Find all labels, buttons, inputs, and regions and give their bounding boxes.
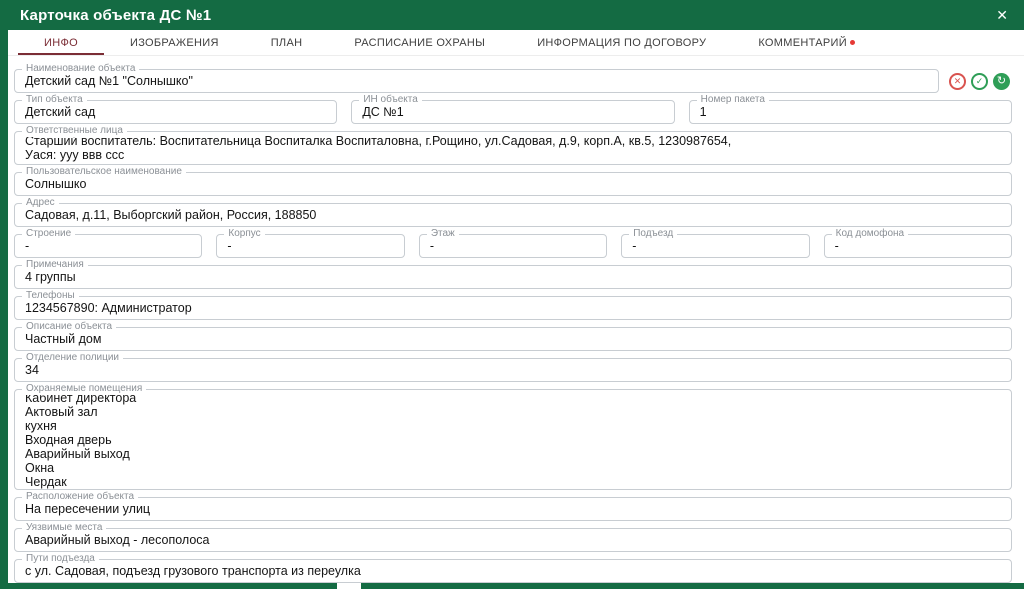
- tab-guard-schedule[interactable]: РАСПИСАНИЕ ОХРАНЫ: [328, 30, 511, 55]
- field-responsible-persons[interactable]: Ответственные лица Старший воспитатель: …: [14, 131, 1012, 165]
- tab-bar: ИНФО ИЗОБРАЖЕНИЯ ПЛАН РАСПИСАНИЕ ОХРАНЫ …: [8, 30, 1024, 56]
- field-police-department-label: Отделение полиции: [22, 352, 123, 364]
- field-notes-label: Примечания: [22, 259, 88, 271]
- field-package-number-value: 1: [700, 105, 1001, 119]
- alarm-status-icon[interactable]: ✕: [949, 73, 966, 90]
- field-protected-premises-label: Охраняемые помещения: [22, 383, 146, 395]
- field-block-value: -: [227, 239, 393, 253]
- field-police-department-value: 34: [25, 363, 1001, 377]
- tab-contract-info[interactable]: ИНФОРМАЦИЯ ПО ДОГОВОРУ: [511, 30, 732, 55]
- tab-comment-label: КОММЕНТАРИЙ: [758, 37, 847, 49]
- field-protected-premises[interactable]: Охраняемые помещения Кабинет директора А…: [14, 389, 1012, 490]
- unread-badge: [850, 40, 855, 45]
- field-entrance-label: Подъезд: [629, 228, 677, 240]
- field-intercom-code-value: -: [835, 239, 1001, 253]
- field-intercom-code[interactable]: Код домофона -: [824, 234, 1012, 258]
- field-vulnerable-places[interactable]: Уязвимые места Аварийный выход - лесопол…: [14, 528, 1012, 552]
- type-id-package-row: Тип объекта Детский сад ИН объекта ДС №1…: [14, 100, 1012, 124]
- field-object-description[interactable]: Описание объекта Частный дом: [14, 327, 1012, 351]
- field-building-label: Строение: [22, 228, 75, 240]
- field-police-department[interactable]: Отделение полиции 34: [14, 358, 1012, 382]
- field-package-number-label: Номер пакета: [697, 94, 769, 106]
- field-protected-premises-value: Кабинет директора Актовый зал кухня Вход…: [25, 391, 1001, 489]
- field-object-description-label: Описание объекта: [22, 321, 116, 333]
- modal-title: Карточка объекта ДС №1: [20, 7, 211, 24]
- tab-plan[interactable]: ПЛАН: [245, 30, 329, 55]
- building-row: Строение - Корпус - Этаж - Подъезд - Код…: [14, 234, 1012, 258]
- field-responsible-persons-value: Старший воспитатель: Воспитательница Вос…: [25, 134, 1001, 162]
- tab-guard-schedule-label: РАСПИСАНИЕ ОХРАНЫ: [354, 37, 485, 49]
- tab-comment[interactable]: КОММЕНТАРИЙ: [732, 30, 881, 55]
- close-icon[interactable]: ✕: [992, 6, 1012, 24]
- field-object-location-label: Расположение объекта: [22, 491, 138, 503]
- field-object-location[interactable]: Расположение объекта На пересечении улиц: [14, 497, 1012, 521]
- field-notes-value: 4 группы: [25, 270, 1001, 284]
- field-object-name-value: Детский сад №1 "Солнышко": [25, 74, 928, 88]
- field-phones[interactable]: Телефоны 1234567890: Администратор: [14, 296, 1012, 320]
- tab-images[interactable]: ИЗОБРАЖЕНИЯ: [104, 30, 245, 55]
- field-notes[interactable]: Примечания 4 группы: [14, 265, 1012, 289]
- field-object-id-value: ДС №1: [362, 105, 663, 119]
- field-access-routes-value: с ул. Садовая, подъезд грузового транспо…: [25, 564, 1001, 578]
- field-entrance[interactable]: Подъезд -: [621, 234, 809, 258]
- modal-header: Карточка объекта ДС №1 ✕: [8, 0, 1024, 30]
- form-content: Наименование объекта Детский сад №1 "Сол…: [8, 56, 1024, 583]
- field-object-description-value: Частный дом: [25, 332, 1001, 346]
- field-phones-label: Телефоны: [22, 290, 79, 302]
- tab-info[interactable]: ИНФО: [18, 30, 104, 55]
- field-vulnerable-places-label: Уязвимые места: [22, 522, 106, 534]
- field-object-id[interactable]: ИН объекта ДС №1: [351, 100, 674, 124]
- field-building-value: -: [25, 239, 191, 253]
- field-object-type-value: Детский сад: [25, 105, 326, 119]
- object-card-modal: Карточка объекта ДС №1 ✕ ИНФО ИЗОБРАЖЕНИ…: [8, 0, 1024, 583]
- field-phones-value: 1234567890: Администратор: [25, 301, 1001, 315]
- tab-info-label: ИНФО: [44, 37, 78, 49]
- field-user-name[interactable]: Пользовательское наименование Солнышко: [14, 172, 1012, 196]
- refresh-icon[interactable]: ↻: [993, 73, 1010, 90]
- field-vulnerable-places-value: Аварийный выход - лесополоса: [25, 533, 1001, 547]
- field-floor[interactable]: Этаж -: [419, 234, 607, 258]
- tab-contract-info-label: ИНФОРМАЦИЯ ПО ДОГОВОРУ: [537, 37, 706, 49]
- field-object-type-label: Тип объекта: [22, 94, 87, 106]
- tab-plan-label: ПЛАН: [271, 37, 303, 49]
- guard-status-icon[interactable]: ✓: [971, 73, 988, 90]
- field-floor-value: -: [430, 239, 596, 253]
- field-object-location-value: На пересечении улиц: [25, 502, 1001, 516]
- field-floor-label: Этаж: [427, 228, 459, 240]
- field-responsible-persons-label: Ответственные лица: [22, 125, 127, 137]
- field-object-name[interactable]: Наименование объекта Детский сад №1 "Сол…: [14, 69, 939, 93]
- field-access-routes[interactable]: Пути подъезда с ул. Садовая, подъезд гру…: [14, 559, 1012, 583]
- field-intercom-code-label: Код домофона: [832, 228, 909, 240]
- field-user-name-label: Пользовательское наименование: [22, 166, 186, 178]
- field-package-number[interactable]: Номер пакета 1: [689, 100, 1012, 124]
- field-block[interactable]: Корпус -: [216, 234, 404, 258]
- field-access-routes-label: Пути подъезда: [22, 553, 99, 565]
- status-icons: ✕ ✓ ↻: [949, 73, 1012, 90]
- field-user-name-value: Солнышко: [25, 177, 1001, 191]
- field-address[interactable]: Адрес Садовая, д.11, Выборгский район, Р…: [14, 203, 1012, 227]
- field-object-type[interactable]: Тип объекта Детский сад: [14, 100, 337, 124]
- field-object-id-label: ИН объекта: [359, 94, 421, 106]
- field-address-label: Адрес: [22, 197, 59, 209]
- field-building[interactable]: Строение -: [14, 234, 202, 258]
- field-block-label: Корпус: [224, 228, 264, 240]
- field-entrance-value: -: [632, 239, 798, 253]
- field-object-name-label: Наименование объекта: [22, 63, 139, 75]
- tab-images-label: ИЗОБРАЖЕНИЯ: [130, 37, 219, 49]
- background-page-element: [337, 583, 361, 589]
- object-name-row: Наименование объекта Детский сад №1 "Сол…: [14, 69, 1012, 93]
- field-address-value: Садовая, д.11, Выборгский район, Россия,…: [25, 208, 1001, 222]
